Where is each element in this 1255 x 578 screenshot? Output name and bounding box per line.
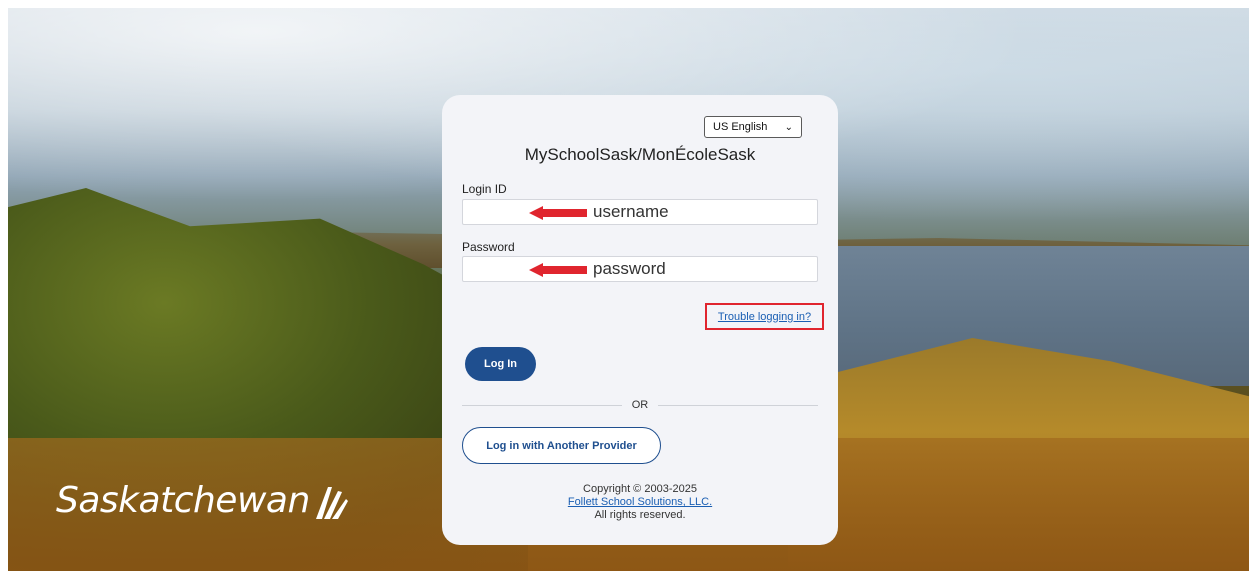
divider-line-right xyxy=(658,405,818,406)
password-label: Password xyxy=(462,240,515,254)
language-select-value: US English xyxy=(713,121,768,133)
login-card: US English ⌄ MySchoolSask/MonÉcoleSask L… xyxy=(442,95,838,545)
login-id-label: Login ID xyxy=(462,182,507,196)
red-arrow-icon xyxy=(529,263,587,277)
trouble-logging-in-link[interactable]: Trouble logging in? xyxy=(705,303,824,330)
or-divider: OR xyxy=(462,398,818,412)
another-provider-button[interactable]: Log in with Another Provider xyxy=(462,427,661,464)
brand-wordmark: Saskatchewan xyxy=(56,480,310,521)
wheat-icon xyxy=(315,486,348,519)
login-id-input[interactable]: username xyxy=(462,199,818,225)
password-input[interactable]: password xyxy=(462,256,818,282)
password-hint: password xyxy=(593,259,666,278)
saskatchewan-logo: Saskatchewan xyxy=(56,480,348,521)
log-in-button[interactable]: Log In xyxy=(465,347,536,381)
copyright-text: Copyright © 2003-2025 xyxy=(583,483,697,495)
rights-text: All rights reserved. xyxy=(594,509,686,521)
company-link[interactable]: Follett School Solutions, LLC. xyxy=(442,496,838,509)
copyright-footer: Copyright © 2003-2025 Follett School Sol… xyxy=(442,483,838,522)
login-id-hint: username xyxy=(593,202,669,221)
red-arrow-icon xyxy=(529,206,587,220)
app-title: MySchoolSask/MonÉcoleSask xyxy=(524,145,756,164)
language-select[interactable]: US English ⌄ xyxy=(704,116,802,138)
chevron-down-icon: ⌄ xyxy=(784,121,793,133)
